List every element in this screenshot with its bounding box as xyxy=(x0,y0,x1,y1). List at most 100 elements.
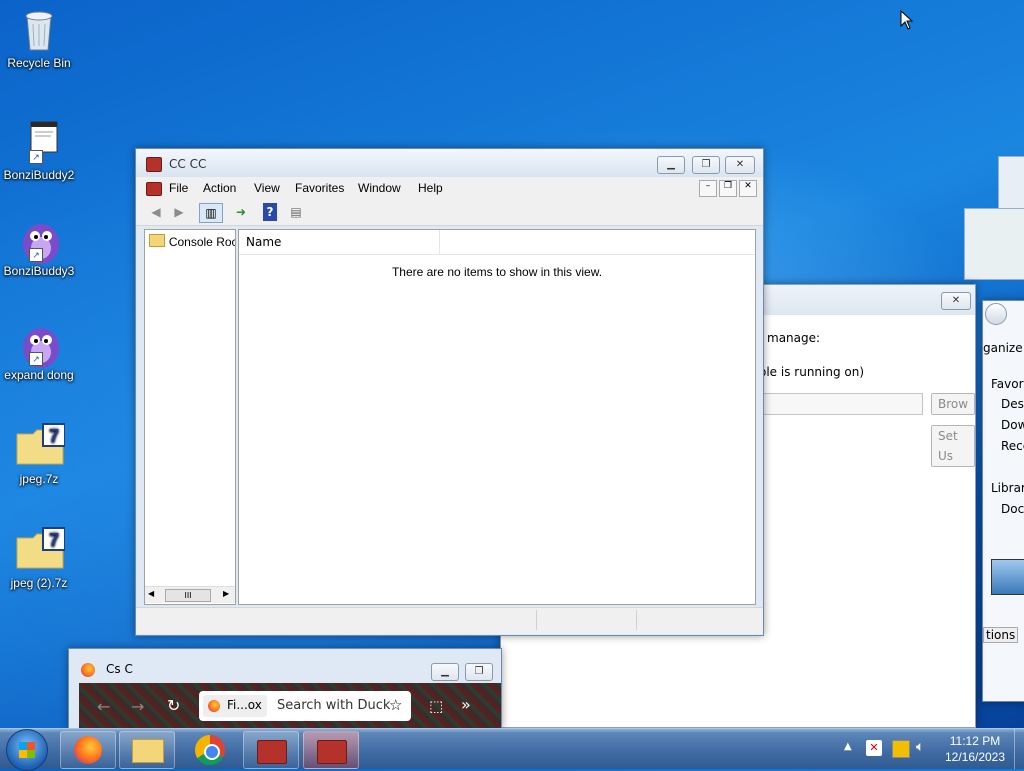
taskbar: ▲ ✕ 🔈︎ 11:12 PM 12/16/2023 xyxy=(0,728,1024,771)
scroll-thumb[interactable]: III xyxy=(165,589,211,602)
computer-icon xyxy=(991,559,1024,595)
status-divider xyxy=(636,610,637,630)
firefox-icon xyxy=(74,736,102,764)
browse-button[interactable]: Brow xyxy=(931,393,976,415)
nav-libraries[interactable]: Librari xyxy=(991,481,1024,495)
back-arrow-icon[interactable]: ◀ xyxy=(146,203,166,221)
nav-item-documents[interactable]: Docu xyxy=(1001,502,1024,516)
firefox-maximize-button[interactable]: ❐ xyxy=(465,663,493,681)
taskbar-mmc[interactable] xyxy=(243,731,299,769)
explorer-window[interactable]: ganize ▾ Favori Desk Dow Rece Librari Do… xyxy=(982,300,1024,702)
taskbar-chrome[interactable] xyxy=(183,731,237,767)
options-tab[interactable]: tions xyxy=(983,627,1019,643)
tree-root-label: Console Roc xyxy=(168,235,235,249)
nav-item-recent[interactable]: Rece xyxy=(1001,439,1024,453)
child-restore-button[interactable]: ❐ xyxy=(719,180,737,197)
overflow-menu-icon[interactable]: » xyxy=(461,695,471,714)
show-hidden-icons[interactable]: ▲ xyxy=(844,741,852,752)
console-icon xyxy=(146,182,162,196)
taskbar-mmc-active[interactable] xyxy=(303,731,359,769)
mmc-window[interactable]: CC CC ▁ ❐ ✕ File Action View Favorites W… xyxy=(135,148,764,636)
status-bar xyxy=(136,607,763,634)
url-bar[interactable]: Fi...ox Search with Duck ☆ xyxy=(199,691,411,721)
nav-favorites[interactable]: Favori xyxy=(991,377,1024,391)
child-close-button[interactable]: ✕ xyxy=(739,180,757,197)
help-icon[interactable]: ? xyxy=(263,203,277,221)
volume-icon[interactable]: 🔈︎ xyxy=(916,739,924,755)
manage-text: manage: xyxy=(767,331,821,345)
action-center-icon[interactable]: ✕ xyxy=(866,740,882,756)
desktop-icon-jpeg-2-7z[interactable]: 7 jpeg (2).7z xyxy=(1,526,77,590)
start-button[interactable] xyxy=(6,729,48,771)
result-pane[interactable]: Name There are no items to show in this … xyxy=(238,229,756,605)
setup-button[interactable]: Set Us xyxy=(931,425,975,467)
maximize-button[interactable]: ❐ xyxy=(692,156,720,174)
forward-arrow-icon[interactable]: ▶ xyxy=(169,203,189,221)
child-minimize-button[interactable]: – xyxy=(699,180,717,197)
bonzi-icon: ↗ xyxy=(15,318,63,368)
computer-name-input[interactable] xyxy=(759,393,923,415)
svg-text:7: 7 xyxy=(49,530,59,550)
desktop-icon-bonzibuddy2[interactable]: ↗ BonziBuddy2 xyxy=(1,118,77,182)
taskbar-explorer[interactable] xyxy=(119,731,175,769)
close-button[interactable]: ✕ xyxy=(725,156,755,174)
reload-icon[interactable]: ↻ xyxy=(167,696,180,715)
desktop-icon-recycle-bin[interactable]: Recycle Bin xyxy=(1,6,77,70)
menu-file[interactable]: File xyxy=(169,181,188,195)
nav-item-downloads[interactable]: Dow xyxy=(1001,418,1024,432)
running-text: ole is running on) xyxy=(759,365,865,379)
nav-item-desktop[interactable]: Desk xyxy=(1001,397,1024,411)
extensions-icon[interactable]: ⬚ xyxy=(429,697,443,715)
properties-icon[interactable]: ▤ xyxy=(286,203,306,221)
desktop-icon-label: BonziBuddy2 xyxy=(3,168,75,182)
console-root-item[interactable]: Console Roc xyxy=(149,234,235,249)
mmc-toolbox-icon xyxy=(317,740,347,764)
clock[interactable]: 11:12 PM 12/16/2023 xyxy=(940,733,1010,765)
firefox-minimize-button[interactable]: ▁ xyxy=(431,663,459,681)
firefox-icon xyxy=(81,663,95,677)
identity-label: Fi...ox xyxy=(227,698,262,712)
desktop-icon-jpeg-7z[interactable]: 7 jpeg.7z xyxy=(1,422,77,486)
firefox-window[interactable]: Cs C ▁ ❐ ← → ↻ Fi...ox Search with Duck … xyxy=(68,648,502,730)
export-list-icon[interactable]: ➜ xyxy=(231,203,251,221)
show-desktop-button[interactable] xyxy=(1014,729,1024,769)
menu-view[interactable]: View xyxy=(254,181,280,195)
dialog-close-button[interactable]: ✕ xyxy=(941,292,971,310)
recycle-bin-icon xyxy=(15,6,63,54)
scroll-left-arrow[interactable]: ◀ xyxy=(148,589,154,598)
show-hide-tree-icon[interactable]: ▥ xyxy=(199,203,223,223)
scroll-right-arrow[interactable]: ▶ xyxy=(223,589,229,598)
bookmark-star-icon[interactable]: ☆ xyxy=(389,696,402,714)
minimize-button[interactable]: ▁ xyxy=(657,156,685,174)
network-icon[interactable] xyxy=(892,740,910,758)
menu-window[interactable]: Window xyxy=(358,181,401,195)
forward-arrow-icon[interactable]: → xyxy=(131,697,144,716)
folder-icon xyxy=(149,234,165,247)
desktop-icon-label: jpeg.7z xyxy=(19,472,59,486)
firefox-window-title: Cs C xyxy=(106,662,133,676)
menu-help[interactable]: Help xyxy=(418,181,443,195)
tree-horizontal-scrollbar[interactable]: ◀ III ▶ xyxy=(145,586,235,603)
menu-favorites[interactable]: Favorites xyxy=(295,181,344,195)
window-title: CC CC xyxy=(169,157,207,171)
identity-chip[interactable]: Fi...ox xyxy=(203,695,267,717)
mouse-cursor-icon xyxy=(900,9,914,33)
desktop-icon-expand-dong[interactable]: ↗ expand dong xyxy=(1,318,77,382)
tree-pane[interactable]: Console Roc ◀ III ▶ xyxy=(144,229,236,605)
7z-archive-icon: 7 xyxy=(15,422,66,470)
clock-date: 12/16/2023 xyxy=(944,750,1006,764)
search-placeholder: Search with Duck xyxy=(277,698,391,713)
back-button[interactable] xyxy=(985,303,1007,325)
folder-icon xyxy=(132,739,164,763)
organize-menu[interactable]: ganize ▾ xyxy=(983,341,1024,355)
7z-archive-icon: 7 xyxy=(15,526,66,574)
column-header-name[interactable]: Name xyxy=(239,230,440,254)
desktop-icon-bonzibuddy3[interactable]: ↗ BonziBuddy3 xyxy=(1,214,77,278)
status-divider xyxy=(536,610,537,630)
desktop-icon-label: BonziBuddy3 xyxy=(3,264,75,278)
clock-time: 11:12 PM xyxy=(949,734,1001,748)
menu-action[interactable]: Action xyxy=(203,181,236,195)
taskbar-firefox[interactable] xyxy=(60,731,116,769)
back-arrow-icon[interactable]: ← xyxy=(97,697,110,716)
column-name-label: Name xyxy=(246,235,282,249)
